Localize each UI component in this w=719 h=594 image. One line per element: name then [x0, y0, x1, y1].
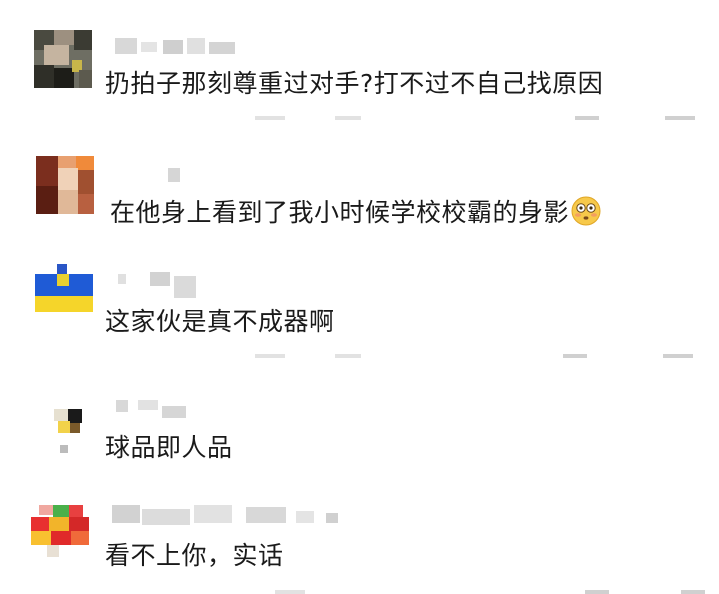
comment-text: 看不上你，实话: [105, 541, 284, 570]
comment-meta: [105, 112, 705, 120]
avatar[interactable]: [36, 156, 94, 214]
username[interactable]: [116, 400, 256, 418]
avatar[interactable]: [42, 405, 100, 463]
username[interactable]: [112, 505, 352, 525]
username[interactable]: [115, 38, 255, 56]
comment-text: 在他身上看到了我小时候学校校霸的身影: [110, 196, 601, 229]
comment-text: 球品即人品: [105, 433, 233, 462]
username[interactable]: [168, 168, 308, 186]
flushed-face-icon: [571, 196, 601, 226]
username[interactable]: [118, 272, 258, 298]
comment-text-content: 在他身上看到了我小时候学校校霸的身影: [110, 198, 570, 227]
avatar[interactable]: [34, 30, 92, 88]
comment-meta: [105, 350, 705, 358]
avatar[interactable]: [31, 505, 89, 563]
avatar[interactable]: [35, 264, 93, 322]
comment-meta: [105, 586, 705, 594]
comment-text: 扔拍子那刻尊重过对手?打不过不自己找原因: [105, 69, 604, 98]
comment-text: 这家伙是真不成器啊: [105, 307, 335, 336]
